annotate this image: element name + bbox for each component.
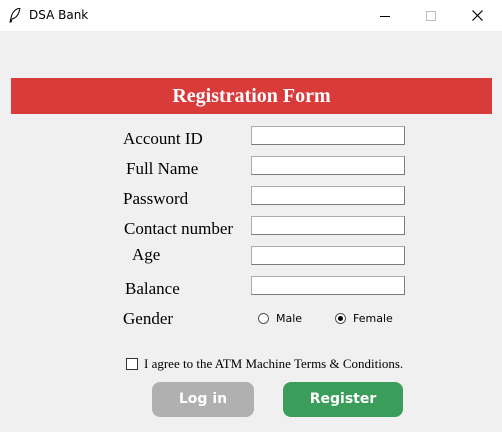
login-button[interactable]: Log in — [152, 382, 254, 417]
account-id-field[interactable] — [251, 126, 405, 145]
password-label: Password — [123, 189, 189, 208]
radio-selected-dot — [338, 316, 343, 321]
title-bar: DSA Bank — [0, 0, 502, 31]
gender-label: Gender — [123, 309, 174, 328]
full-name-label: Full Name — [126, 159, 199, 178]
form-header: Registration Form — [11, 78, 492, 114]
feather-icon — [9, 8, 21, 23]
gender-female-radio[interactable] — [335, 313, 346, 324]
gender-female-label[interactable]: Female — [353, 312, 393, 325]
gender-male-radio[interactable] — [258, 313, 269, 324]
password-field[interactable] — [251, 186, 405, 205]
age-field[interactable] — [251, 246, 405, 265]
contact-number-label: Contact number — [124, 219, 234, 238]
minimize-icon — [380, 15, 390, 17]
full-name-field[interactable] — [251, 156, 405, 175]
account-id-label: Account ID — [123, 129, 203, 148]
gender-male-label[interactable]: Male — [276, 312, 302, 325]
close-icon — [471, 10, 483, 21]
maximize-icon — [426, 10, 436, 21]
terms-checkbox[interactable] — [126, 358, 138, 370]
form-title: Registration Form — [172, 85, 331, 107]
balance-label: Balance — [125, 279, 180, 298]
contact-number-field[interactable] — [251, 216, 405, 235]
minimize-button[interactable] — [362, 0, 408, 31]
close-button[interactable] — [454, 0, 500, 31]
age-label: Age — [132, 245, 161, 264]
balance-field[interactable] — [251, 276, 405, 295]
register-button[interactable]: Register — [283, 382, 403, 417]
terms-label[interactable]: I agree to the ATM Machine Terms & Condi… — [144, 356, 403, 372]
maximize-button[interactable] — [408, 0, 454, 31]
window-title: DSA Bank — [29, 8, 89, 22]
